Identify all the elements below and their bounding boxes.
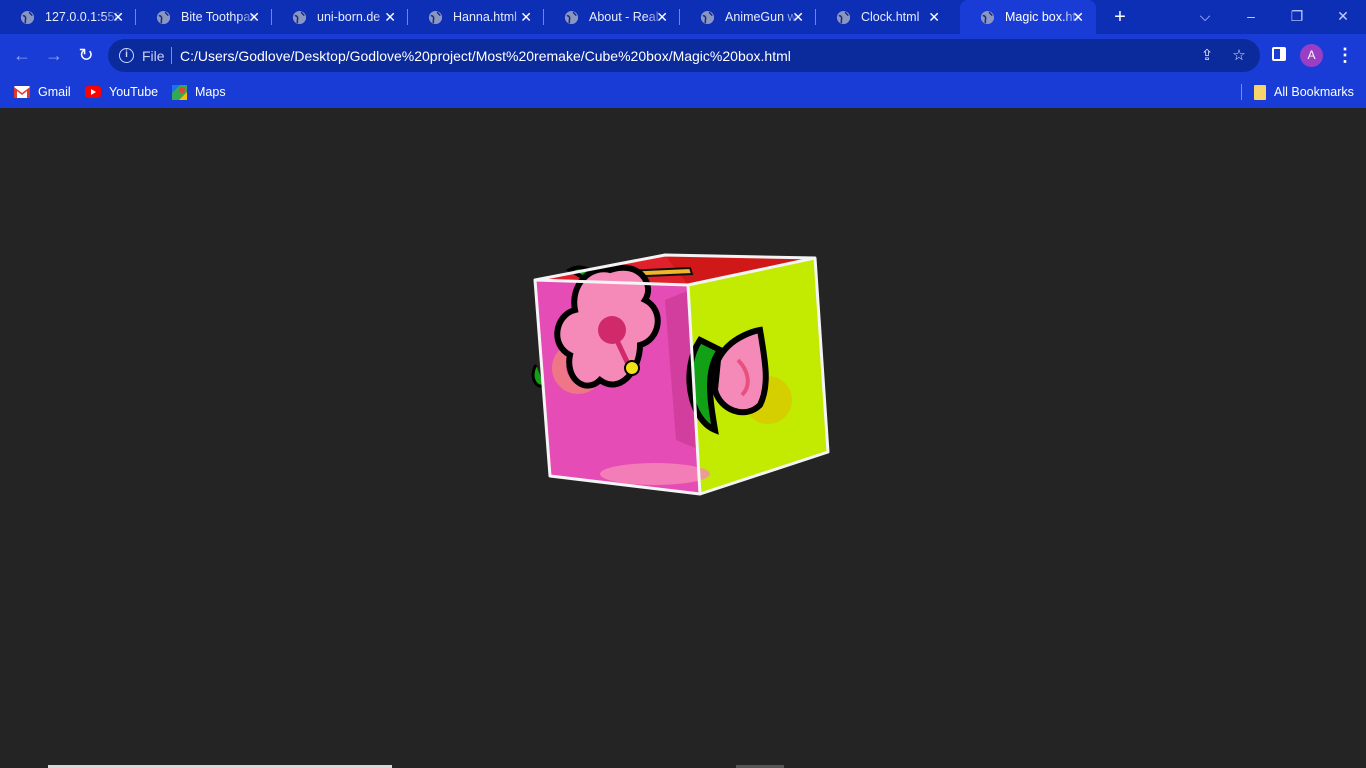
globe-icon	[20, 10, 35, 24]
bookmark-label: Gmail	[38, 85, 71, 99]
close-tab-icon[interactable]: ✕	[792, 10, 804, 24]
back-button[interactable]: ←	[9, 42, 35, 68]
tab-title: Hanna.html	[453, 10, 517, 24]
bookmark-label: YouTube	[109, 85, 159, 99]
close-tab-icon[interactable]: ✕	[520, 10, 532, 24]
file-label: File	[142, 48, 165, 64]
navigation-toolbar: ← → ↻ i File C:/Users/Godlove/Desktop/Go…	[0, 34, 1366, 76]
globe-icon	[980, 10, 995, 24]
tab-title: AnimeGun w	[725, 10, 797, 24]
reload-button[interactable]: ↻	[73, 42, 99, 68]
maps-icon	[172, 84, 187, 100]
all-bookmarks[interactable]: All Bookmarks	[1254, 82, 1354, 102]
bottom-flower-reflection	[600, 463, 710, 485]
bookmark-maps[interactable]: Maps	[172, 82, 226, 102]
close-tab-icon[interactable]: ✕	[656, 10, 668, 24]
share-icon[interactable]: ⇪	[1196, 45, 1218, 67]
tab-title: Clock.html	[861, 10, 920, 24]
address-separator	[171, 47, 172, 64]
tab-127[interactable]: 127.0.0.1:5500 ✕	[0, 0, 136, 34]
tab-title: Bite Toothpaste	[181, 10, 257, 24]
bookmark-youtube[interactable]: YouTube	[85, 82, 158, 102]
browser-chrome: 127.0.0.1:5500 ✕ Bite Toothpaste ✕ uni-b…	[0, 0, 1366, 108]
tab-title: 127.0.0.1:5500	[45, 10, 121, 24]
tab-about-real[interactable]: About - Real ✕	[544, 0, 680, 34]
youtube-icon	[85, 86, 101, 98]
folder-icon	[1254, 84, 1266, 100]
bookmarks-separator	[1241, 84, 1242, 100]
tab-animegun[interactable]: AnimeGun w ✕	[680, 0, 816, 34]
close-tab-icon[interactable]: ✕	[928, 10, 940, 24]
tab-search-icon[interactable]: ⌵	[1193, 5, 1217, 27]
tab-title: uni-born.de	[317, 10, 381, 24]
url-text[interactable]: C:/Users/Godlove/Desktop/Godlove%20proje…	[180, 48, 791, 64]
all-bookmarks-label: All Bookmarks	[1274, 85, 1354, 99]
close-tab-icon[interactable]: ✕	[248, 10, 260, 24]
tab-uni-born[interactable]: uni-born.de ✕	[272, 0, 408, 34]
globe-icon	[836, 10, 851, 24]
forward-button[interactable]: →	[41, 42, 67, 68]
globe-icon	[564, 10, 579, 24]
globe-icon	[700, 10, 715, 24]
gmail-icon	[14, 86, 30, 98]
menu-icon[interactable]: ⋮	[1336, 44, 1354, 66]
minimize-button[interactable]: –	[1239, 5, 1263, 27]
tab-clock[interactable]: Clock.html ✕	[816, 0, 952, 34]
tab-title: Magic box.html	[1005, 10, 1081, 24]
close-tab-icon[interactable]: ✕	[1072, 10, 1084, 24]
close-tab-icon[interactable]: ✕	[384, 10, 396, 24]
bookmark-label: Maps	[195, 85, 226, 99]
bookmarks-bar: Gmail YouTube Maps All Bookmarks	[0, 76, 1366, 108]
globe-icon	[156, 10, 171, 24]
profile-avatar[interactable]: A	[1300, 44, 1323, 67]
magic-cube[interactable]	[520, 248, 840, 508]
globe-icon	[292, 10, 307, 24]
info-icon[interactable]: i	[119, 48, 134, 63]
tab-title: About - Real	[589, 10, 659, 24]
new-tab-button[interactable]: +	[1109, 6, 1131, 28]
close-tab-icon[interactable]: ✕	[112, 10, 124, 24]
restore-button[interactable]: ❐	[1285, 5, 1309, 27]
tab-magic-box[interactable]: Magic box.html ✕	[960, 0, 1096, 34]
tab-bite-toothpaste[interactable]: Bite Toothpaste ✕	[136, 0, 272, 34]
tab-strip: 127.0.0.1:5500 ✕ Bite Toothpaste ✕ uni-b…	[0, 0, 1366, 34]
side-panel-icon[interactable]	[1272, 47, 1286, 61]
star-icon[interactable]: ☆	[1228, 45, 1250, 67]
bookmark-gmail[interactable]: Gmail	[14, 82, 71, 102]
globe-icon	[428, 10, 443, 24]
address-bar[interactable]: i File C:/Users/Godlove/Desktop/Godlove%…	[108, 39, 1260, 72]
tab-hanna[interactable]: Hanna.html ✕	[408, 0, 544, 34]
close-window-button[interactable]: ✕	[1331, 5, 1355, 27]
